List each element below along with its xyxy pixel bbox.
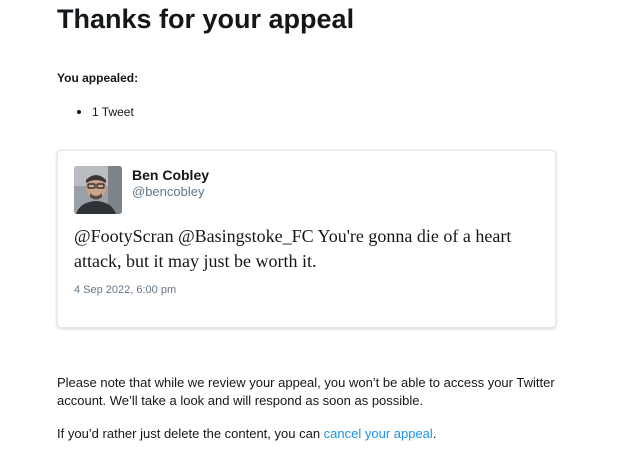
bullet-icon <box>77 110 81 114</box>
user-photo-avatar-icon <box>74 166 122 214</box>
tweet-author-handle[interactable]: @bencobley <box>132 184 204 200</box>
review-notice: Please note that while we review your ap… <box>57 375 555 408</box>
delete-content-note: If you’d rather just delete the content,… <box>57 425 436 443</box>
appealed-label: You appealed: <box>57 71 139 85</box>
tweet-timestamp: 4 Sep 2022, 6:00 pm <box>74 284 177 296</box>
delete-note-suffix: . <box>432 426 437 441</box>
page-title: Thanks for your appeal <box>57 4 355 34</box>
tweet-card: Ben Cobley @bencobley @FootyScran @Basin… <box>57 150 556 328</box>
appealed-items-list: 1 Tweet <box>77 104 134 120</box>
tweet-author-name[interactable]: Ben Cobley <box>132 166 209 184</box>
tweet-text: @FootyScran @Basingstoke_FC You're gonna… <box>74 226 512 271</box>
avatar[interactable] <box>74 166 122 214</box>
list-item: 1 Tweet <box>77 104 134 120</box>
appealed-item-label: 1 Tweet <box>92 105 134 119</box>
delete-note-prefix: If you’d rather just delete the content,… <box>57 426 324 441</box>
cancel-appeal-link[interactable]: cancel your appeal <box>324 426 433 441</box>
